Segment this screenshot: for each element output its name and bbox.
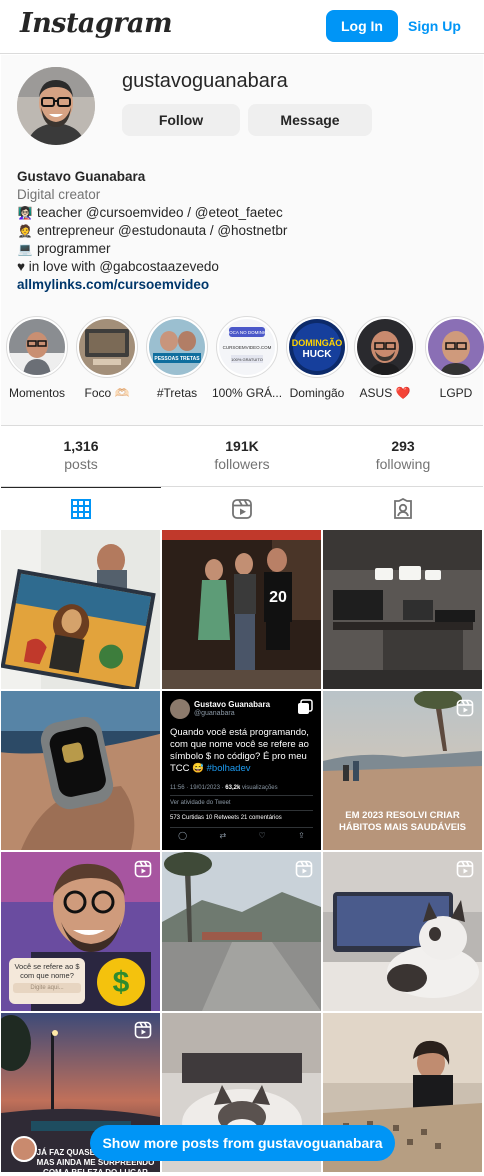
share-icon: ⇪ [298, 831, 305, 840]
story-highlights: Momentos Foco 🫶🏻 PESSOAS TRETAS #Tretas … [0, 316, 484, 406]
highlight-label: Foco 🫶🏻 [84, 386, 130, 400]
teacher-emoji-icon: 👩🏻‍🏫 [17, 206, 33, 220]
highlight-cover: DOMINGÃO HUCK [289, 319, 345, 375]
reel-icon [295, 860, 313, 878]
highlight-lgpd[interactable]: LGPD [421, 316, 484, 400]
post-tile[interactable]: $ Você se refere ao $ com que nome? Digi… [1, 852, 160, 1011]
posts-grid-icon [71, 499, 91, 519]
highlight-asus[interactable]: ASUS ❤️ [350, 316, 420, 400]
bio-line: 👩🏻‍🏫 teacher @cursoemvideo / @eteot_faete… [17, 205, 283, 220]
bio-line: ♥ in love with @gabcostaazevedo [17, 259, 219, 274]
tweet-handle: @guanabara [194, 710, 235, 717]
tweet-avatar [170, 699, 190, 719]
post-tile[interactable]: EM 2023 RESOLVI CRIAR HÁBITOS MAIS SAUDÁ… [323, 691, 482, 850]
profile-full-name: Gustavo Guanabara [17, 169, 146, 184]
highlight-cover: FOCA NO DOMINIO CURSOEMVIDEO.COM 100% GRAT… [219, 319, 275, 375]
profile-stats: 1,316 posts 191K followers 293 following [1, 425, 483, 485]
reels-icon [232, 498, 252, 519]
tweet-author: Gustavo Guanabara [194, 700, 271, 709]
posts-grid: 20 Gustavo Guanabara @guanabara Quando v… [1, 530, 483, 1176]
svg-text:PESSOAS TRETAS: PESSOAS TRETAS [154, 356, 200, 362]
tab-posts[interactable] [1, 487, 161, 530]
divider [170, 827, 313, 828]
multi-post-icon [298, 699, 313, 714]
tweet-text: Quando você está programando, com que no… [170, 727, 309, 774]
bio-line: 💻 programmer [17, 241, 111, 256]
post-tile[interactable]: 20 [162, 530, 321, 689]
signup-link[interactable]: Sign Up [408, 10, 461, 42]
post-tile[interactable]: Gustavo Guanabara @guanabara Quando você… [162, 691, 321, 850]
divider [170, 810, 313, 811]
like-icon: ♡ [258, 831, 266, 840]
message-button[interactable]: Message [248, 104, 372, 136]
show-more-posts-button[interactable]: Show more posts from gustavoguanabara [90, 1125, 395, 1161]
businessman-emoji-icon: 🤵 [17, 224, 33, 238]
reel-icon [134, 1021, 152, 1039]
top-navigation-bar: Instagram Log In Sign Up [0, 0, 484, 54]
reel-icon [134, 860, 152, 878]
svg-text:100% GRATUITO: 100% GRATUITO [231, 357, 263, 362]
tweet-actions: ◯ ⇄ ♡ ⇪ [162, 831, 321, 840]
follow-button[interactable]: Follow [122, 104, 240, 136]
divider [170, 795, 313, 796]
profile-avatar[interactable] [17, 67, 95, 145]
highlight-cover [428, 319, 484, 375]
highlight-cover: PESSOAS TRETAS [149, 319, 205, 375]
post-tile[interactable] [1, 530, 160, 689]
bio-external-link[interactable]: allmylinks.com/cursoemvideo [17, 276, 457, 294]
highlight-label: #Tretas [156, 386, 198, 400]
reel-icon [456, 699, 474, 717]
highlight-100-gratuito[interactable]: FOCA NO DOMINIO CURSOEMVIDEO.COM 100% GRAT… [212, 316, 282, 400]
tweet-activity: Ver atividade do Tweet [170, 800, 231, 806]
highlight-tretas[interactable]: PESSOAS TRETAS #Tretas [142, 316, 212, 400]
post-tile[interactable] [162, 852, 321, 1011]
question-sticker-input[interactable]: Digite aqui... [13, 983, 81, 993]
highlight-label: LGPD [439, 386, 473, 400]
bio-line: 🤵 entrepreneur @estudonauta / @hostnetbr [17, 223, 288, 238]
svg-text:$: $ [113, 966, 130, 999]
tab-tagged[interactable] [323, 487, 483, 530]
svg-text:CURSOEMVIDEO.COM: CURSOEMVIDEO.COM [223, 345, 272, 350]
reel-icon [456, 860, 474, 878]
highlight-domingao[interactable]: DOMINGÃO HUCK Domingão [282, 316, 352, 400]
highlight-cover [357, 319, 413, 375]
tagged-icon [394, 497, 412, 519]
login-button[interactable]: Log In [326, 10, 398, 42]
svg-text:HUCK: HUCK [303, 349, 333, 360]
followers-count[interactable]: 191K followers [162, 438, 322, 472]
highlight-cover [79, 319, 135, 375]
instagram-logo[interactable]: Instagram [20, 8, 173, 39]
black-heart-emoji-icon: ♥ [17, 259, 26, 274]
retweet-icon: ⇄ [219, 831, 227, 840]
profile-username: gustavoguanabara [122, 70, 288, 92]
highlight-label: Momentos [8, 386, 66, 400]
technologist-emoji-icon: 💻 [17, 242, 33, 256]
svg-text:FOCA NO DOMINIO: FOCA NO DOMINIO [226, 330, 268, 335]
post-tile[interactable] [323, 852, 482, 1011]
tweet-stats: 573 Curtidas 10 Retweets 21 comentários [170, 815, 282, 821]
posts-count: 1,316 posts [63, 438, 99, 472]
profile-tabs [1, 486, 483, 529]
svg-text:DOMINGÃO: DOMINGÃO [292, 338, 343, 348]
highlight-cover [9, 319, 65, 375]
post-tile[interactable] [1, 691, 160, 850]
following-count[interactable]: 293 following [323, 438, 483, 472]
tab-reels[interactable] [162, 487, 322, 530]
profile-category: Digital creator [17, 187, 101, 202]
reply-icon: ◯ [178, 831, 188, 840]
post-caption-overlay: EM 2023 RESOLVI CRIAR HÁBITOS MAIS SAUDÁ… [338, 810, 467, 833]
highlight-label: 100% GRÁ... [212, 386, 282, 400]
highlight-foco[interactable]: Foco 🫶🏻 [72, 316, 142, 400]
highlight-label: ASUS ❤️ [359, 386, 411, 400]
question-sticker: Você se refere ao $ com que nome? Digite… [9, 958, 85, 1004]
profile-bio: Gustavo Guanabara Digital creator 👩🏻‍🏫 te… [17, 168, 457, 294]
post-tile[interactable] [323, 530, 482, 689]
highlight-label: Domingão [289, 386, 345, 400]
highlight-momentos[interactable]: Momentos [2, 316, 72, 400]
svg-text:20: 20 [269, 589, 287, 606]
tweet-meta: 11:56 · 19/01/2023 · 63,2k visualizações [170, 785, 278, 791]
